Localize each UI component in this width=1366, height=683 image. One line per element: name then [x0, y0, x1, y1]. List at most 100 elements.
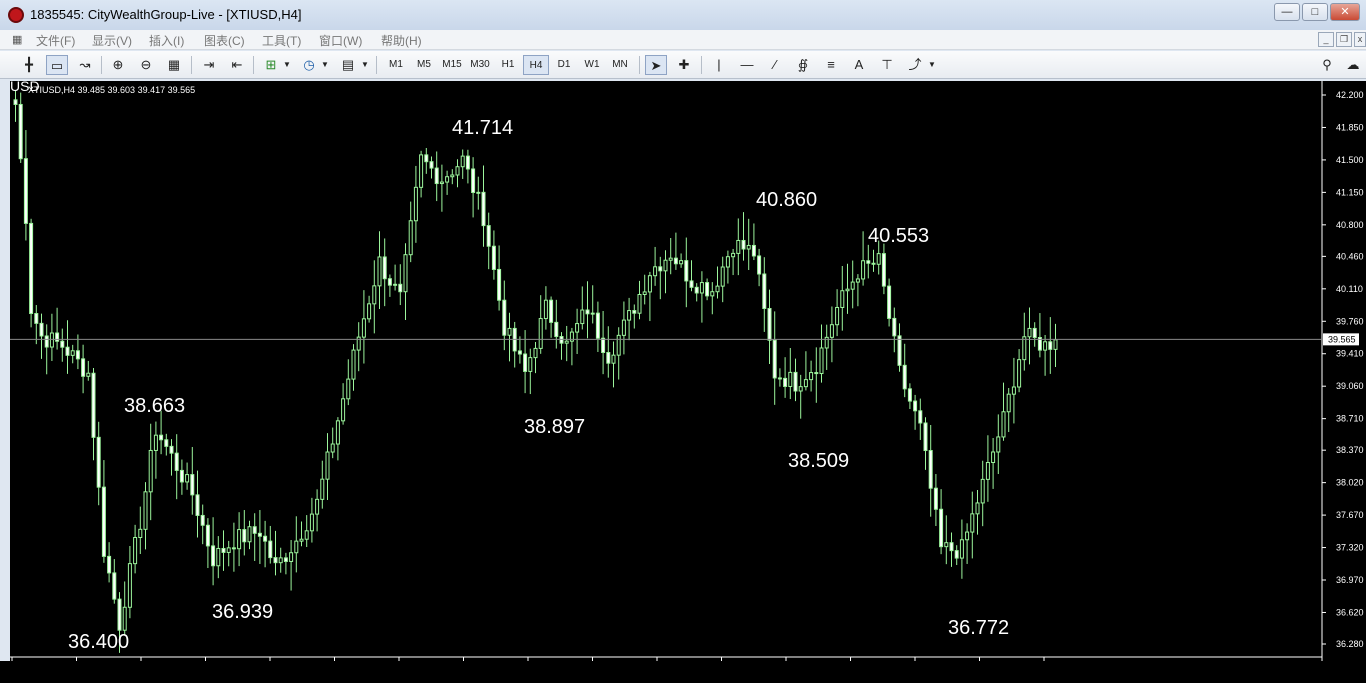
- tf-mn[interactable]: MN: [607, 55, 633, 75]
- crosshair-icon[interactable]: ✚: [673, 55, 695, 75]
- indicators-icon[interactable]: ⊞: [260, 55, 282, 75]
- bear-candle: [471, 168, 476, 193]
- close-button[interactable]: ✕: [1330, 3, 1360, 21]
- arrows-dropdown-icon[interactable]: ▼: [927, 55, 937, 75]
- minimize-button[interactable]: —: [1274, 3, 1300, 21]
- price-annotation: 41.714: [452, 117, 513, 139]
- tile-windows-icon[interactable]: ▦: [163, 55, 185, 75]
- bull-candle: [1017, 359, 1022, 388]
- bear-candle: [767, 308, 772, 341]
- bull-candle: [476, 191, 481, 194]
- fibonacci-icon[interactable]: ≡: [820, 55, 842, 75]
- bull-candle: [543, 299, 548, 320]
- chat-icon[interactable]: ☁: [1342, 55, 1364, 75]
- bear-candle: [55, 332, 60, 342]
- bull-candle: [1006, 393, 1011, 413]
- bear-candle: [23, 158, 28, 224]
- bear-candle: [81, 358, 86, 377]
- menu-help[interactable]: 帮助(H): [381, 32, 422, 49]
- maximize-button[interactable]: □: [1302, 3, 1328, 21]
- bear-candle: [44, 335, 49, 348]
- bull-candle: [309, 513, 314, 532]
- bear-candle: [741, 239, 746, 250]
- templates-dropdown-icon[interactable]: ▼: [360, 55, 370, 75]
- tf-h1[interactable]: H1: [495, 55, 521, 75]
- trendline-icon[interactable]: ∕: [764, 55, 786, 75]
- menu-view[interactable]: 显示(V): [92, 32, 132, 49]
- child-minimize-button[interactable]: _: [1318, 32, 1334, 47]
- child-close-button[interactable]: x: [1354, 32, 1366, 47]
- price-annotation: 38.509: [788, 450, 849, 472]
- bull-candle: [372, 285, 377, 305]
- bear-candle: [268, 540, 273, 559]
- chart-corner-label: USD: [10, 81, 40, 94]
- menu-chart[interactable]: 图表(C): [204, 32, 245, 49]
- bear-candle: [689, 280, 694, 288]
- text-label-icon[interactable]: ⊤: [876, 55, 898, 75]
- line-chart-icon[interactable]: ↝: [74, 55, 96, 75]
- arrows-icon[interactable]: ⤴: [904, 55, 926, 75]
- equidistant-channel-icon[interactable]: ∯: [792, 55, 814, 75]
- bull-candle: [715, 285, 720, 293]
- tf-w1[interactable]: W1: [579, 55, 605, 75]
- bull-candle: [809, 372, 814, 381]
- bull-candle: [647, 275, 652, 293]
- bull-candle: [320, 478, 325, 500]
- bull-candle: [1011, 386, 1016, 395]
- auto-scroll-icon[interactable]: ⇥: [198, 55, 220, 75]
- templates-icon[interactable]: ▤: [337, 55, 359, 75]
- bull-candle: [325, 451, 330, 480]
- bear-candle: [18, 103, 23, 160]
- bear-candle: [793, 371, 798, 392]
- bull-candle: [335, 420, 340, 445]
- tf-d1[interactable]: D1: [551, 55, 577, 75]
- bear-candle: [585, 309, 590, 315]
- bull-candle: [788, 371, 793, 387]
- chart-shift-icon[interactable]: ⇤: [226, 55, 248, 75]
- bear-candle: [928, 450, 933, 489]
- bull-candle: [653, 266, 658, 277]
- tf-m5[interactable]: M5: [411, 55, 437, 75]
- tf-m1[interactable]: M1: [383, 55, 409, 75]
- bear-candle: [159, 434, 164, 441]
- menu-tools[interactable]: 工具(T): [262, 32, 301, 49]
- bull-candle: [731, 252, 736, 258]
- bear-candle: [242, 529, 247, 543]
- vertical-line-icon[interactable]: |: [708, 55, 730, 75]
- price-chart[interactable]: 42.200 41.850 41.500 41.150 40.800 40.460 40.1…: [10, 78, 1366, 673]
- periods-clock-icon[interactable]: ◷: [298, 55, 320, 75]
- zoom-in-icon[interactable]: ⊕: [107, 55, 129, 75]
- y-tick-label: 36.620: [1336, 607, 1364, 617]
- y-tick-label: 39.760: [1336, 316, 1364, 326]
- bull-candle: [299, 538, 304, 542]
- menu-insert[interactable]: 插入(I): [149, 32, 184, 49]
- chart-canvas[interactable]: 42.200 41.850 41.500 41.150 40.800 40.460 40.1…: [10, 78, 1366, 673]
- bull-candle: [70, 350, 75, 356]
- bar-chart-icon[interactable]: ╋: [18, 55, 40, 75]
- menu-window[interactable]: 窗口(W): [319, 32, 362, 49]
- zoom-out-icon[interactable]: ⊖: [135, 55, 157, 75]
- tf-h4[interactable]: H4: [523, 55, 549, 75]
- candlestick-icon[interactable]: ▭: [46, 55, 68, 75]
- indicators-dropdown-icon[interactable]: ▼: [282, 55, 292, 75]
- bull-candle: [49, 332, 54, 348]
- bear-candle: [694, 286, 699, 294]
- tf-m15[interactable]: M15: [439, 55, 465, 75]
- bear-candle: [257, 532, 262, 537]
- bear-candle: [60, 340, 65, 348]
- tf-m30[interactable]: M30: [467, 55, 493, 75]
- bear-candle: [523, 353, 528, 372]
- text-icon[interactable]: A: [848, 55, 870, 75]
- menu-file[interactable]: 文件(F): [36, 32, 75, 49]
- bear-candle: [923, 422, 928, 452]
- y-tick-label: 37.320: [1336, 543, 1364, 553]
- bear-candle: [252, 526, 257, 534]
- cursor-icon[interactable]: ➤: [645, 55, 667, 75]
- child-restore-button[interactable]: ❐: [1336, 32, 1352, 47]
- search-icon[interactable]: ⚲: [1316, 55, 1338, 75]
- bear-candle: [881, 253, 886, 287]
- horizontal-line-icon[interactable]: —: [736, 55, 758, 75]
- bull-candle: [1001, 411, 1006, 438]
- periods-dropdown-icon[interactable]: ▼: [320, 55, 330, 75]
- bear-candle: [34, 313, 39, 324]
